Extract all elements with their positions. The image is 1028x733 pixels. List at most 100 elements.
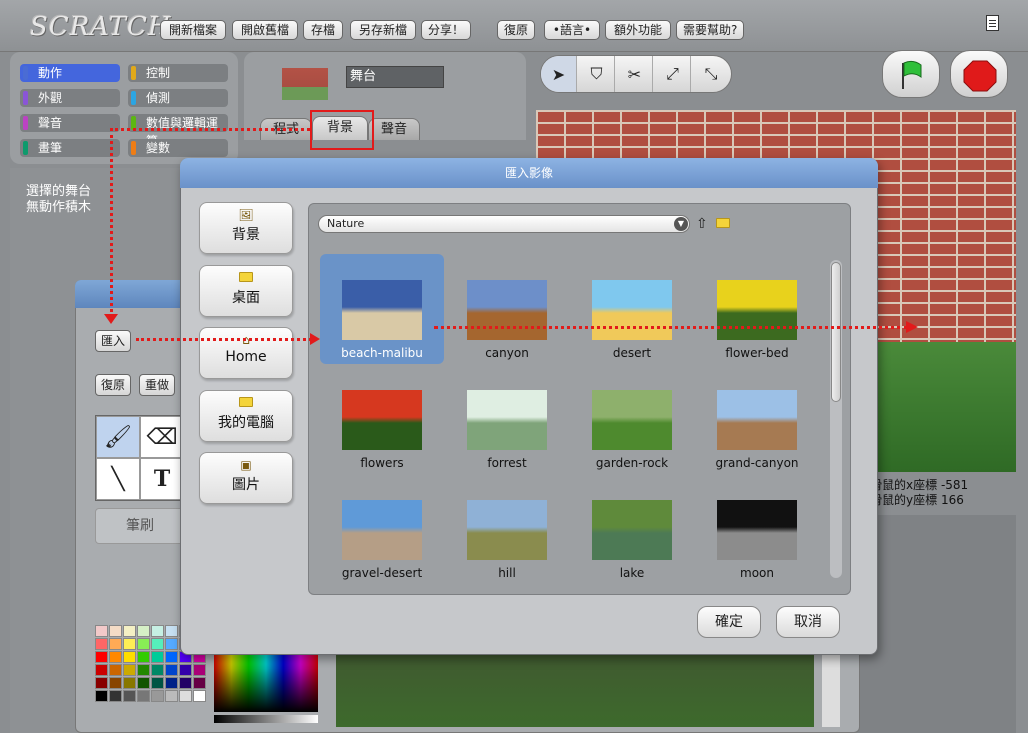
menu-button[interactable]: 開啟舊檔 (232, 20, 298, 40)
paint-canvas[interactable] (336, 655, 814, 727)
color-swatch[interactable] (123, 638, 136, 650)
color-swatch[interactable] (165, 625, 178, 637)
text-tool-icon[interactable]: T (140, 458, 184, 500)
redo-button[interactable]: 重做 (139, 374, 175, 396)
color-swatch[interactable] (165, 664, 178, 676)
color-swatch[interactable] (151, 664, 164, 676)
menu-button[interactable]: 存檔 (303, 20, 343, 40)
color-swatch[interactable] (165, 638, 178, 650)
color-swatch[interactable] (151, 638, 164, 650)
brush-size-bar[interactable]: 筆刷 (95, 508, 185, 544)
color-swatch[interactable] (193, 664, 206, 676)
paintbrush-icon[interactable]: 🖌 (96, 416, 140, 458)
color-swatch[interactable] (179, 677, 192, 689)
color-swatch[interactable] (95, 690, 108, 702)
color-swatch[interactable] (137, 638, 150, 650)
image-item[interactable]: beach-malibu (320, 254, 444, 364)
grow-icon[interactable]: ⤢ (655, 56, 691, 92)
color-swatch[interactable] (151, 677, 164, 689)
color-swatch[interactable] (123, 664, 136, 676)
image-item[interactable]: flower-bed (695, 254, 819, 364)
shrink-icon[interactable]: ⤡ (693, 56, 729, 92)
color-swatch[interactable] (123, 625, 136, 637)
image-item[interactable]: grand-canyon (695, 364, 819, 474)
menu-button[interactable]: 額外功能 (605, 20, 671, 40)
color-swatch[interactable] (137, 664, 150, 676)
sprite-name-field[interactable]: 舞台 (346, 66, 444, 88)
color-spectrum[interactable] (214, 650, 318, 712)
color-swatch[interactable] (95, 651, 108, 663)
color-swatch[interactable] (165, 651, 178, 663)
color-swatch[interactable] (193, 690, 206, 702)
menu-button[interactable]: 需要幫助? (676, 20, 744, 40)
color-swatch[interactable] (109, 664, 122, 676)
ok-button[interactable]: 確定 (697, 606, 761, 638)
category-item[interactable]: 偵測 (128, 89, 228, 107)
image-item[interactable]: flowers (320, 364, 444, 474)
category-item[interactable]: 控制 (128, 64, 228, 82)
image-item[interactable]: forrest (445, 364, 569, 474)
color-swatch[interactable] (137, 651, 150, 663)
color-swatch[interactable] (95, 677, 108, 689)
color-swatch[interactable] (109, 625, 122, 637)
color-swatch[interactable] (165, 690, 178, 702)
eraser-icon[interactable]: ⌫ (140, 416, 184, 458)
image-item[interactable]: hill (445, 474, 569, 584)
stop-button[interactable] (950, 50, 1008, 98)
color-swatch[interactable] (137, 677, 150, 689)
color-swatch[interactable] (109, 651, 122, 663)
menu-button[interactable]: 分享！ (421, 20, 471, 40)
place-button[interactable]: ⌂ Home (199, 327, 293, 379)
document-icon[interactable] (986, 15, 999, 31)
color-swatch[interactable] (109, 638, 122, 650)
menu-button[interactable]: •語言• (544, 20, 600, 40)
menu-button[interactable]: 另存新檔 (350, 20, 416, 40)
undo-button[interactable]: 復原 (95, 374, 131, 396)
place-button[interactable]: ▣ 圖片 (199, 452, 293, 504)
color-swatch[interactable] (137, 625, 150, 637)
color-swatch[interactable] (179, 690, 192, 702)
import-button[interactable]: 匯入 (95, 330, 131, 352)
image-item[interactable]: gravel-desert (320, 474, 444, 584)
scissors-icon[interactable]: ✂ (617, 56, 653, 92)
arrow-icon[interactable]: ➤ (541, 56, 577, 92)
image-item[interactable]: lake (570, 474, 694, 584)
color-swatch[interactable] (95, 625, 108, 637)
grayscale-bar[interactable] (214, 715, 318, 723)
green-flag-button[interactable] (882, 50, 940, 98)
color-swatch[interactable] (137, 690, 150, 702)
color-swatch[interactable] (123, 651, 136, 663)
color-swatch[interactable] (165, 677, 178, 689)
category-item[interactable]: 動作 (20, 64, 120, 82)
image-item[interactable]: desert (570, 254, 694, 364)
image-item[interactable]: moon (695, 474, 819, 584)
line-icon[interactable]: ╲ (96, 458, 140, 500)
color-swatch[interactable] (109, 690, 122, 702)
paint-canvas-scrollbar[interactable] (822, 655, 840, 727)
color-swatch[interactable] (123, 690, 136, 702)
image-item[interactable]: canyon (445, 254, 569, 364)
place-button[interactable]: 我的電腦 (199, 390, 293, 442)
stamp-icon[interactable]: ⛉ (579, 56, 615, 92)
image-item[interactable]: garden-rock (570, 364, 694, 474)
color-swatch[interactable] (109, 677, 122, 689)
folder-path-select[interactable]: Nature ▼ (318, 215, 690, 233)
place-button[interactable]: 桌面 (199, 265, 293, 317)
grid-scrollbar-thumb[interactable] (831, 262, 841, 402)
color-swatch[interactable] (179, 664, 192, 676)
chevron-down-icon[interactable]: ▼ (674, 217, 688, 231)
color-swatch[interactable] (151, 690, 164, 702)
category-item[interactable]: 畫筆 (20, 139, 120, 157)
color-swatch[interactable] (95, 664, 108, 676)
menu-button[interactable]: 開新檔案 (160, 20, 226, 40)
category-item[interactable]: 外觀 (20, 89, 120, 107)
cancel-button[interactable]: 取消 (776, 606, 840, 638)
color-swatch[interactable] (123, 677, 136, 689)
menu-button[interactable]: 復原 (497, 20, 535, 40)
color-swatch[interactable] (151, 651, 164, 663)
parent-folder-icon[interactable]: ⇧ (696, 216, 708, 232)
new-folder-icon[interactable] (716, 217, 730, 231)
color-swatch[interactable] (151, 625, 164, 637)
color-swatch[interactable] (95, 638, 108, 650)
category-item[interactable]: 變數 (128, 139, 228, 157)
